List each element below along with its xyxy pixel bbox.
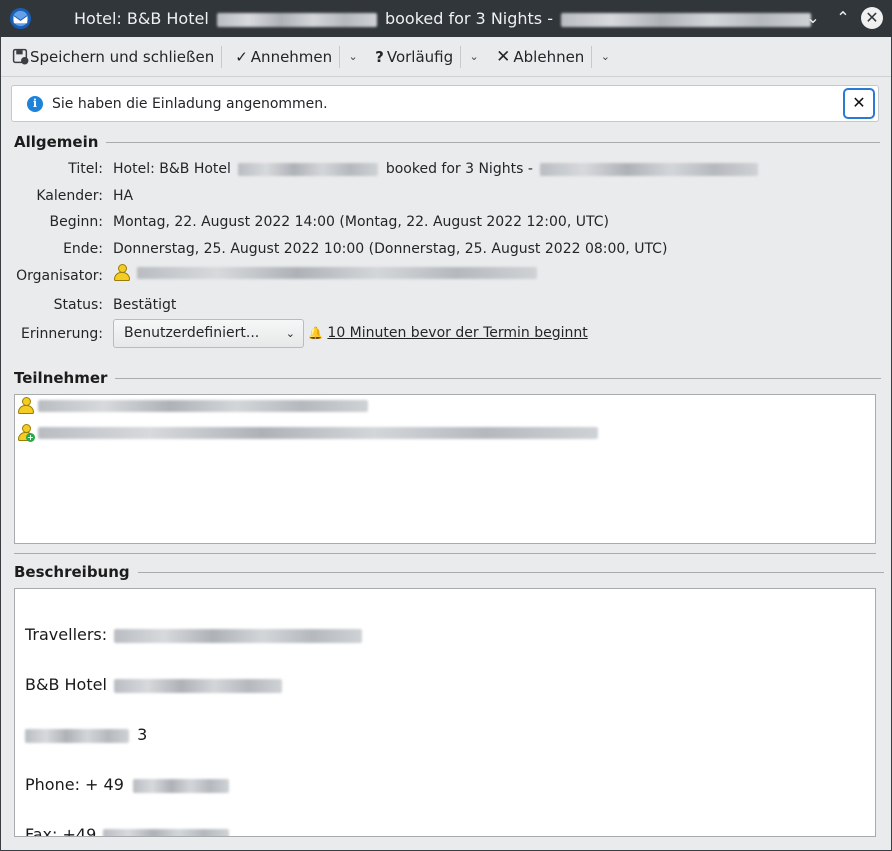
redacted-text <box>114 628 363 643</box>
decline-label: Ablehnen <box>513 47 585 66</box>
start-label: Beginn: <box>49 214 103 230</box>
status-value: Bestätigt <box>113 297 177 313</box>
info-icon: i <box>27 95 43 112</box>
description-heading-text: Beschreibung <box>14 563 130 581</box>
start-value: Montag, 22. August 2022 14:00 (Montag, 2… <box>113 214 609 230</box>
decline-button[interactable]: ✕ Ablehnen <box>491 43 589 71</box>
end-label: Ende: <box>63 241 103 257</box>
redacted-text <box>114 678 282 693</box>
redacted-text <box>540 162 759 176</box>
redacted-text <box>238 162 379 176</box>
save-and-close-label: Speichern und schließen <box>30 47 215 66</box>
tentative-label: Vorläufig <box>386 47 454 66</box>
toolbar: Speichern und schließen ✓ Annehmen ⌄ ? V… <box>1 37 891 77</box>
description-section-heading: Beschreibung <box>14 563 884 581</box>
chevron-down-icon: ⌄ <box>285 327 295 340</box>
hotel-line: B&B Hotel <box>25 675 282 694</box>
attendee-row[interactable]: + <box>17 424 598 442</box>
redacted-text <box>38 400 368 412</box>
notification-text: Sie haben die Einladung angenommen. <box>52 95 328 112</box>
redacted-text <box>216 12 377 27</box>
fax-label: Fax: +49 <box>25 825 97 837</box>
toolbar-separator <box>221 45 223 68</box>
status-label: Status: <box>53 297 103 313</box>
window-title-mid: booked for 3 Nights - <box>384 9 553 28</box>
address-line: 3 <box>25 725 147 744</box>
toolbar-separator <box>339 45 341 68</box>
redacted-text <box>38 427 598 439</box>
toolbar-separator <box>460 45 462 68</box>
redacted-text <box>103 828 230 836</box>
minimize-button[interactable]: ⌄ <box>802 7 824 29</box>
attendee-row[interactable] <box>17 397 368 415</box>
hotel-label: B&B Hotel <box>25 675 107 694</box>
redacted-text <box>561 12 812 27</box>
thunderbird-app-icon <box>9 7 32 30</box>
description-box[interactable]: Travellers: B&B Hotel 3 Phone: + 49 Fax:… <box>14 588 876 837</box>
maximize-button[interactable]: ⌃ <box>832 7 854 29</box>
organizer-label: Organisator: <box>16 268 103 284</box>
organizer-value[interactable] <box>113 264 538 282</box>
title-value: Hotel: B&B Hotel booked for 3 Nights - <box>113 161 759 177</box>
title-label: Titel: <box>68 161 103 177</box>
save-icon <box>12 48 29 65</box>
reminder-detail-link[interactable]: 10 Minuten bevor der Termin beginnt <box>327 325 587 341</box>
reminder-label: Erinnerung: <box>21 326 103 342</box>
phone-label: Phone: + 49 <box>25 775 124 794</box>
question-icon: ? <box>375 47 384 66</box>
person-icon <box>17 397 35 415</box>
attendees-section-heading: Teilnehmer <box>14 369 882 387</box>
travellers-label: Travellers: <box>25 625 108 644</box>
attendees-heading-text: Teilnehmer <box>14 369 108 387</box>
reminder-select-value: Benutzerdefiniert... <box>124 325 260 341</box>
phone-line: Phone: + 49 <box>25 775 229 794</box>
redacted-text <box>132 778 229 793</box>
accept-dropdown-chevron-icon[interactable]: ⌄ <box>342 50 364 63</box>
splitter-rule[interactable] <box>14 553 876 554</box>
redacted-text <box>25 728 129 743</box>
x-icon: ✕ <box>496 46 511 67</box>
travellers-line: Travellers: <box>25 625 363 644</box>
accept-button[interactable]: ✓ Annehmen <box>230 43 337 71</box>
reminder-select[interactable]: Benutzerdefiniert... ⌄ <box>113 319 304 348</box>
section-divider <box>137 571 884 573</box>
calendar-value: HA <box>113 188 134 204</box>
general-heading-text: Allgemein <box>14 133 99 151</box>
tentative-dropdown-chevron-icon[interactable]: ⌄ <box>463 50 485 63</box>
section-divider <box>106 141 881 143</box>
accept-label: Annehmen <box>250 47 333 66</box>
title-bar: Hotel: B&B Hotel booked for 3 Nights - ⌄… <box>0 0 892 37</box>
calendar-label: Kalender: <box>36 188 103 204</box>
attendees-list[interactable]: + <box>14 394 876 544</box>
close-window-button[interactable]: ✕ <box>861 7 883 29</box>
save-and-close-button[interactable]: Speichern und schließen <box>7 43 219 71</box>
checkmark-icon: ✓ <box>235 47 248 66</box>
person-icon <box>113 264 131 282</box>
end-value: Donnerstag, 25. August 2022 10:00 (Donne… <box>113 241 668 257</box>
reminder-detail: 🔔 10 Minuten bevor der Termin beginnt <box>308 325 588 341</box>
title-value-prefix: Hotel: B&B Hotel <box>113 161 231 177</box>
notification-close-button[interactable]: ✕ <box>843 88 875 119</box>
window-title: Hotel: B&B Hotel booked for 3 Nights - <box>74 0 812 37</box>
toolbar-separator <box>591 45 593 68</box>
section-divider <box>115 377 882 379</box>
fax-line: Fax: +49 <box>25 825 230 837</box>
general-section-heading: Allgemein <box>14 133 881 151</box>
window-title-prefix: Hotel: B&B Hotel <box>74 9 209 28</box>
person-add-icon: + <box>17 424 35 442</box>
tentative-button[interactable]: ? Vorläufig <box>370 43 458 71</box>
bell-icon: 🔔 <box>308 326 323 340</box>
notification-bar: i Sie haben die Einladung angenommen. ✕ <box>11 85 879 122</box>
event-dialog: Speichern und schließen ✓ Annehmen ⌄ ? V… <box>1 37 891 850</box>
title-value-mid: booked for 3 Nights - <box>385 161 533 177</box>
redacted-text <box>137 267 538 279</box>
decline-dropdown-chevron-icon[interactable]: ⌄ <box>594 50 616 63</box>
street-number: 3 <box>137 725 148 744</box>
